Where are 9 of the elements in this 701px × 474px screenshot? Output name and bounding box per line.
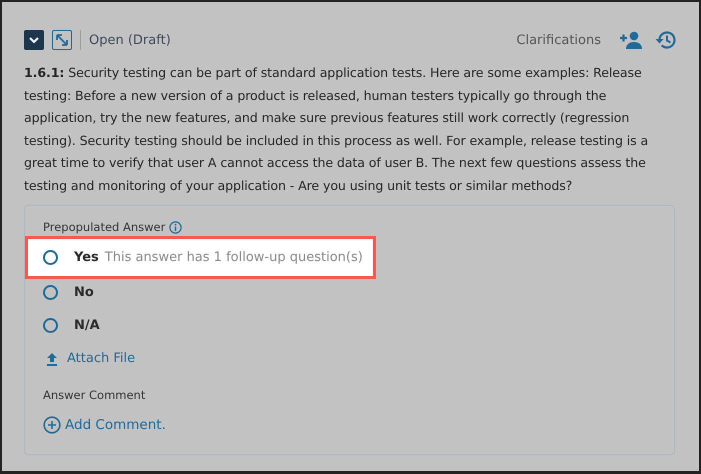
status-label: Open (Draft) <box>89 32 171 48</box>
option-label[interactable]: N/A <box>74 318 100 333</box>
answer-comment-label: Answer Comment <box>43 388 146 402</box>
option-label[interactable]: No <box>74 285 94 300</box>
follow-up-note: This answer has 1 follow-up question(s) <box>104 250 363 265</box>
clarifications-label: Clarifications <box>516 32 601 48</box>
option-label[interactable]: Yes <box>74 250 99 265</box>
prepopulated-answer-label: Prepopulated Answer <box>43 220 166 234</box>
question-text: 1.6.1: Security testing can be part of standard application tests. Here are some examples: Release testing: Before a new version of a product is released, human testers typically go through the application, try the new features, and make sure previous features still work correctly (regression testing). Security testing should be included in this process as well. For example, release testing is a great time to verify that user A cannot access the data of user B. The next few questions assess the testing and monitoring of your application - Are you using unit tests or similar methods? <box>24 64 650 195</box>
